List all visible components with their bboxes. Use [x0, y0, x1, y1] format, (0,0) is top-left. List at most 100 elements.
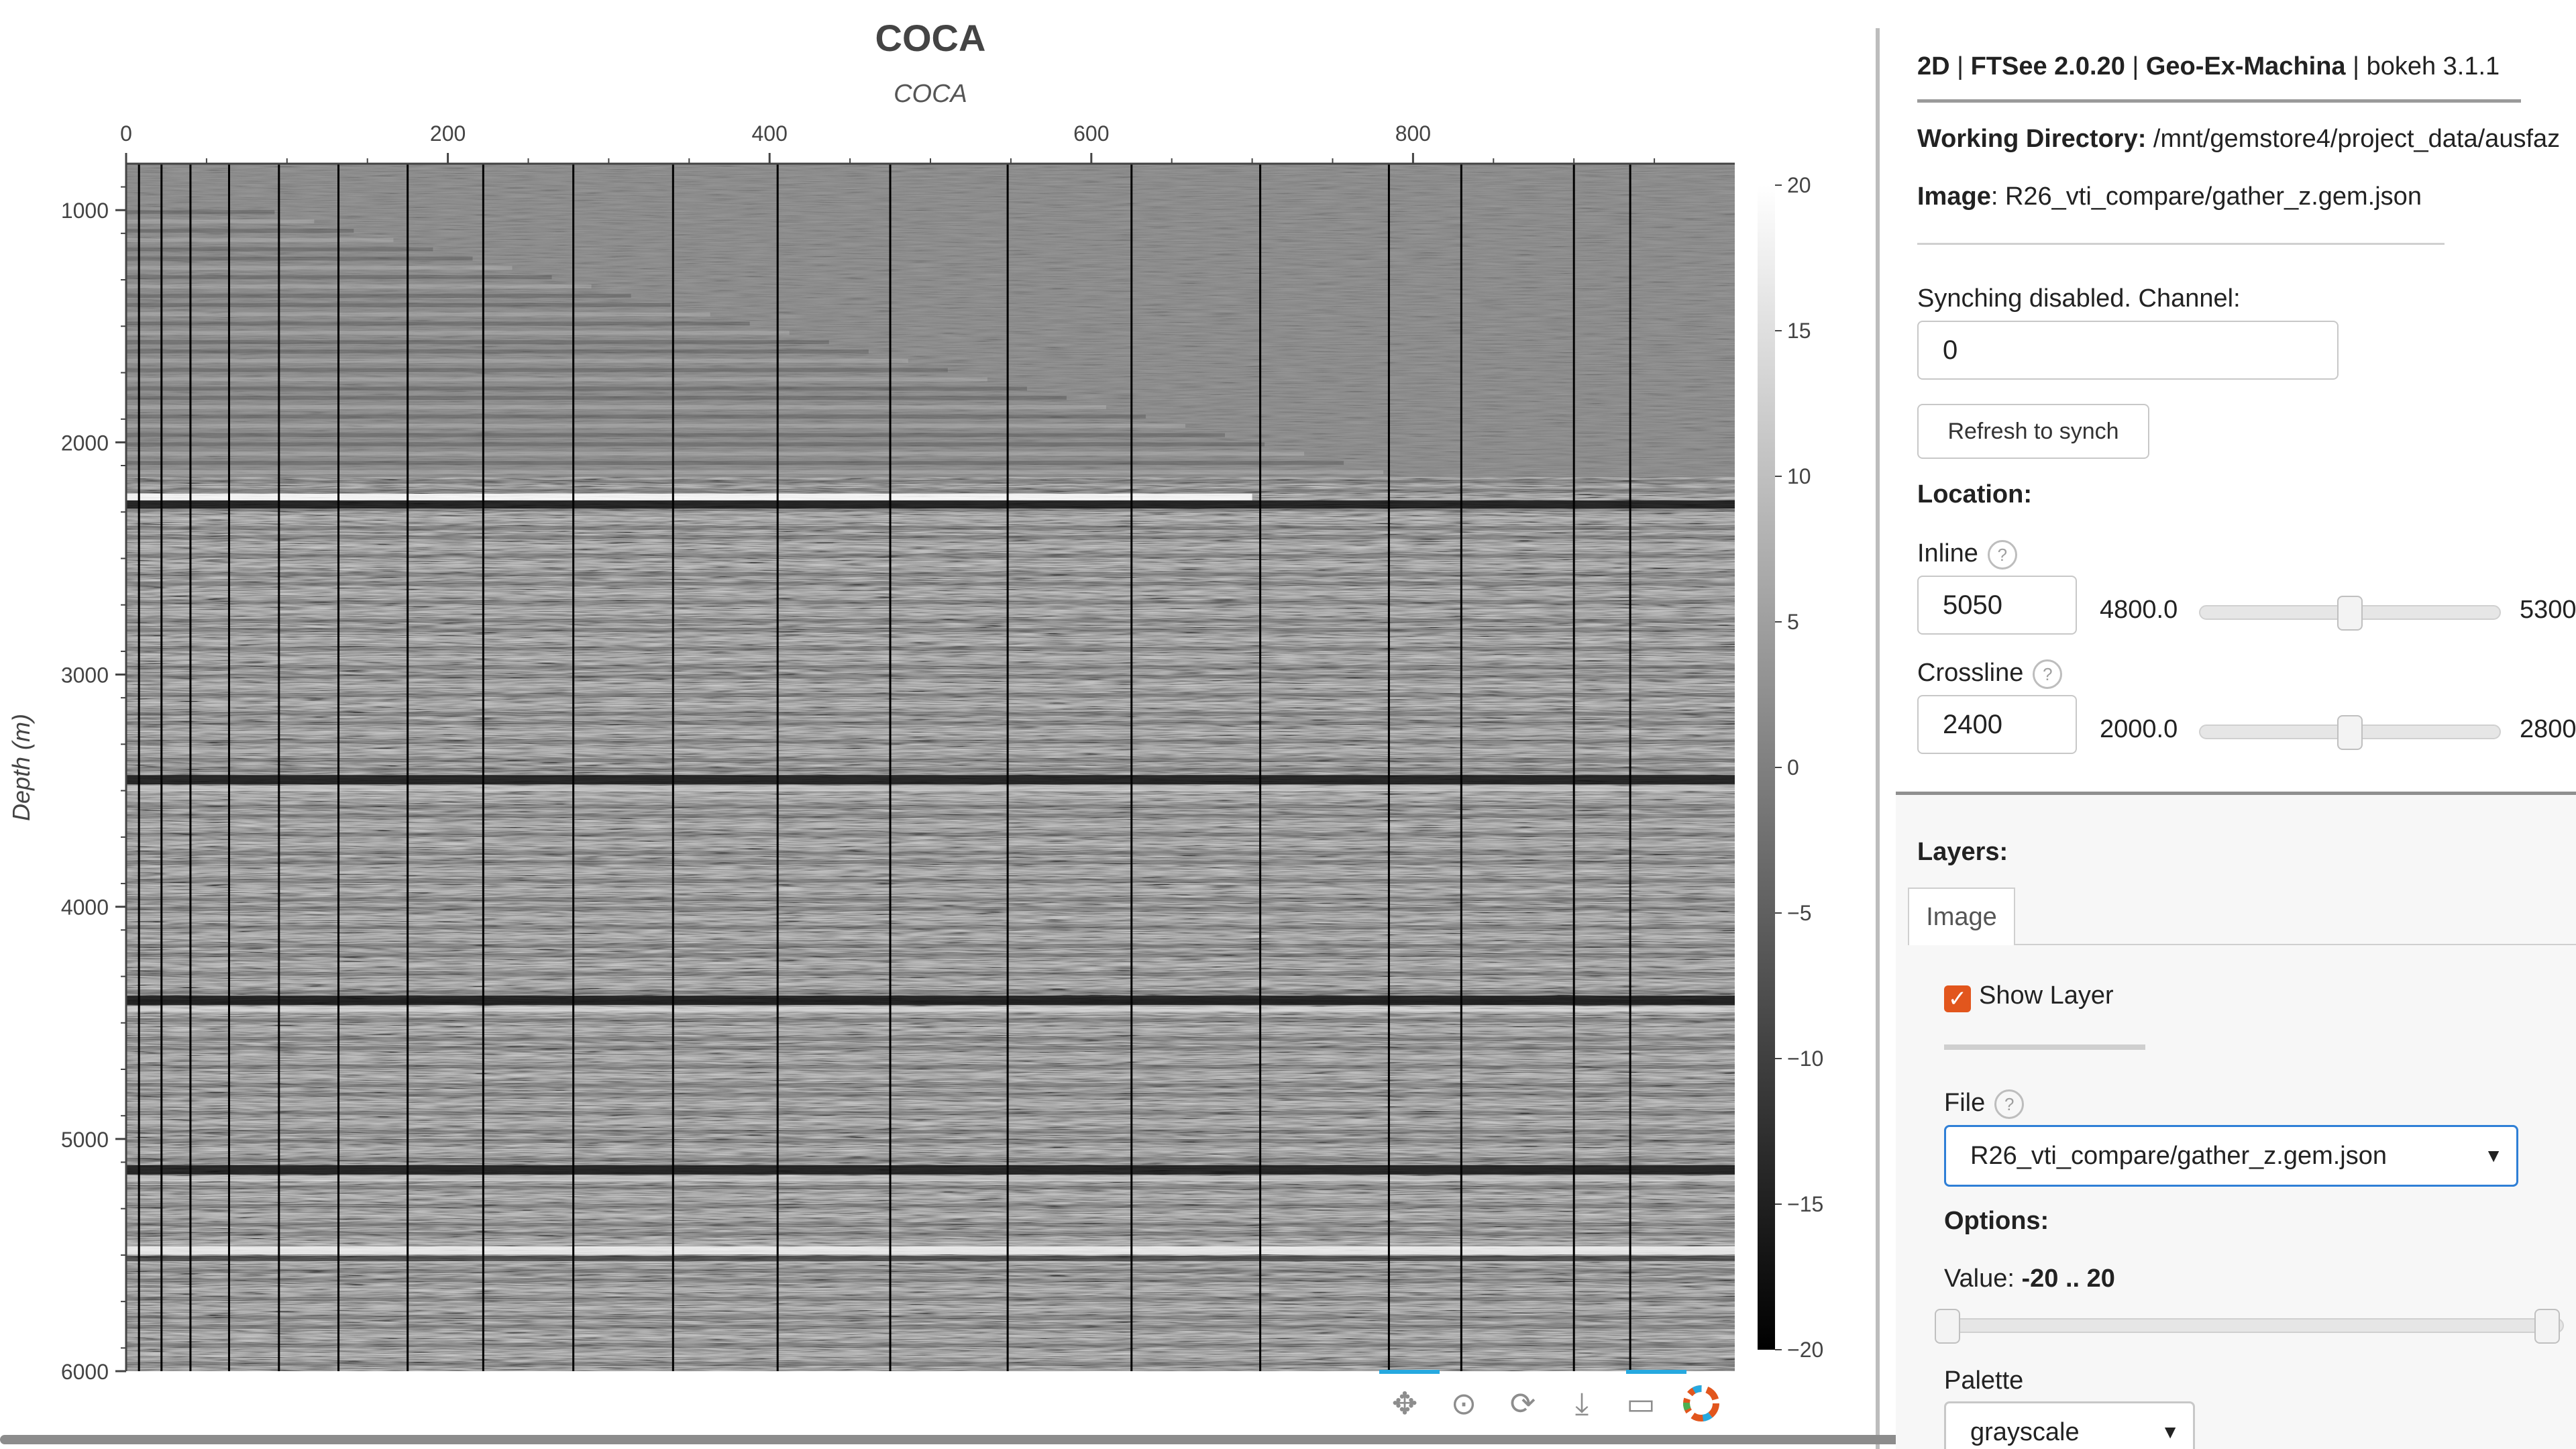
strong-reflector: [126, 1246, 1735, 1254]
reflector-band: [126, 758, 1735, 763]
tab-underline: [2015, 944, 2576, 945]
reflector-band: [126, 637, 1735, 642]
working-dir-label: Working Directory:: [1917, 125, 2147, 153]
reflector-band: [126, 1287, 1735, 1292]
pan-active-indicator: [1379, 1370, 1440, 1374]
value-range: -20 .. 20: [2021, 1265, 2115, 1293]
value-max-handle[interactable]: [2534, 1309, 2560, 1344]
reflector-band: [126, 1083, 1735, 1087]
reflector-band: [126, 1194, 1735, 1199]
value-min-handle[interactable]: [1935, 1309, 1960, 1344]
reflector-band: [126, 1232, 1735, 1236]
tab-image[interactable]: Image: [1908, 888, 2015, 945]
colorbar-tick-label: 10: [1787, 464, 1811, 488]
x-tick-label: 600: [1073, 121, 1109, 146]
reflector-band: [126, 590, 1735, 595]
channel-input[interactable]: 0: [1917, 321, 2339, 380]
y-tick-label: 1000: [61, 199, 109, 223]
reflector-band: [126, 600, 1735, 604]
inline-label-row: Inline?: [1917, 539, 2017, 570]
header-separator: |: [1957, 52, 1964, 80]
strong-reflector-side: [126, 1006, 1735, 1012]
reflector-band: [126, 396, 1067, 400]
header-org: Geo-Ex-Machina: [2145, 52, 2346, 80]
reset-icon[interactable]: ⟳: [1496, 1377, 1550, 1430]
reflector-band: [126, 1073, 1735, 1078]
palette-select[interactable]: grayscale ▼: [1944, 1401, 2195, 1449]
reflector-band: [126, 860, 1735, 865]
refresh-to-synch-button[interactable]: Refresh to synch: [1917, 404, 2149, 459]
colorbar-tick-label: 0: [1787, 755, 1799, 780]
help-icon[interactable]: ?: [1987, 539, 2017, 570]
reflector-band: [126, 303, 671, 307]
seismic-plot[interactable]: COCA COCA Depth (m) 0 200 400 600 800 100020…: [0, 0, 1872, 1449]
reflector-band: [126, 684, 1735, 688]
wheel-zoom-icon[interactable]: ⊙: [1437, 1377, 1491, 1430]
reflector-band: [126, 386, 1027, 391]
y-tick-label: 2000: [61, 431, 109, 455]
crossline-min: 2000.0: [2100, 715, 2178, 743]
show-layer-checkbox[interactable]: ✓: [1944, 985, 1971, 1012]
reflector-band: [126, 804, 1735, 809]
header-app: FTSee 2.0.20: [1970, 52, 2125, 80]
reflector-band: [126, 442, 1265, 447]
reflector-band: [126, 1046, 1735, 1051]
file-select[interactable]: R26_vti_compare/gather_z.gem.json ▼: [1944, 1125, 2518, 1187]
strong-reflector: [126, 1165, 1735, 1175]
plot-toolbar: ✥ ⊙ ⟳ ⤓ ▭: [1368, 1370, 1731, 1430]
layers-section: Layers: Image ✓ Show Layer File? R26_vti…: [1896, 792, 2576, 1449]
reflector-band: [126, 358, 908, 363]
reflector-band: [126, 674, 1735, 679]
reflector-band: [126, 553, 1735, 558]
reflector-band: [126, 897, 1735, 902]
crossline-input[interactable]: 2400: [1917, 695, 2077, 754]
reflector-band: [126, 879, 1735, 883]
reflector-band: [126, 841, 1735, 846]
x-tick-label: 0: [120, 121, 132, 146]
colorbar-tick-label: −10: [1787, 1046, 1823, 1071]
reflector-band: [126, 526, 1735, 530]
value-range-slider[interactable]: [1944, 1318, 2564, 1333]
y-tick-label: 6000: [61, 1360, 109, 1384]
control-panel: 2D | FTSee 2.0.20 | Geo-Ex-Machina | bok…: [1896, 0, 2576, 1449]
header-rule: [1917, 99, 2521, 103]
bokeh-logo-icon[interactable]: [1674, 1377, 1728, 1430]
reflector-band: [126, 582, 1735, 586]
reflector-band: [126, 1297, 1735, 1301]
reflector-band: [126, 702, 1735, 707]
reflector-band: [126, 814, 1735, 818]
reflector-band: [126, 1148, 1735, 1152]
reflector-band: [126, 488, 1735, 493]
y-axis-label: Depth (m): [7, 714, 35, 821]
reflector-band: [126, 331, 790, 335]
strong-reflector: [126, 775, 1735, 785]
reflector-band: [126, 767, 1735, 771]
help-icon[interactable]: ?: [1994, 1089, 2025, 1119]
inline-label: Inline: [1917, 539, 1978, 568]
reflector-band: [126, 925, 1735, 930]
inline-input[interactable]: 5050: [1917, 576, 2077, 635]
reflector-band: [126, 944, 1735, 949]
reflector-band: [126, 433, 1226, 437]
save-icon[interactable]: ⤓: [1555, 1377, 1609, 1430]
reflector-band: [126, 479, 1735, 484]
crossline-slider-handle[interactable]: [2337, 715, 2363, 750]
reflector-band: [126, 1102, 1735, 1106]
reflector-band: [126, 869, 1735, 874]
strong-reflector: [126, 996, 1735, 1006]
reflector-band: [126, 1222, 1735, 1227]
sidebar-divider[interactable]: [1876, 28, 1880, 1449]
reflector-band: [126, 210, 275, 215]
reflector-band: [126, 832, 1735, 837]
hover-icon[interactable]: ▭: [1614, 1377, 1668, 1430]
reflector-band: [126, 906, 1735, 911]
help-icon[interactable]: ?: [2033, 659, 2063, 689]
pan-icon[interactable]: ✥: [1378, 1377, 1432, 1430]
inline-slider-handle[interactable]: [2337, 596, 2363, 631]
reflector-band: [126, 312, 710, 317]
chart-title: COCA: [875, 17, 986, 59]
file-label: File: [1944, 1089, 1986, 1117]
divider: [1944, 1044, 2145, 1050]
colorbar-tick-label: 20: [1787, 173, 1811, 197]
colorbar-tick-label: −15: [1787, 1192, 1823, 1216]
